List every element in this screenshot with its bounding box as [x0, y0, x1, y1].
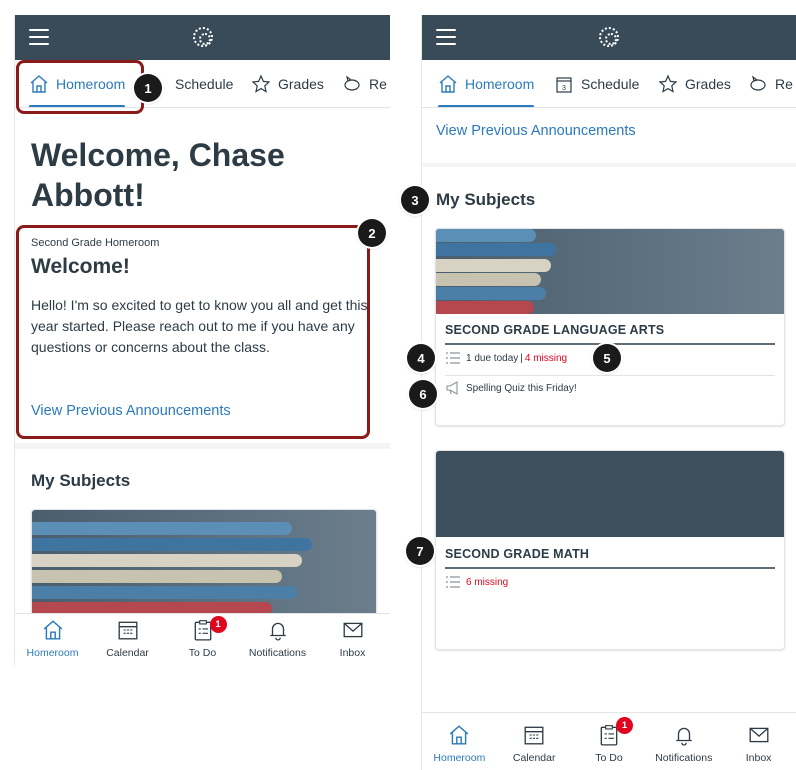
- tab-resources-label: Re: [369, 76, 387, 92]
- mail-icon: [747, 723, 771, 747]
- nav-notifications[interactable]: Notifications: [243, 614, 313, 665]
- tab-homeroom[interactable]: Homeroom: [438, 60, 535, 107]
- card-title[interactable]: SECOND GRADE LANGUAGE ARTS: [445, 323, 664, 337]
- nav-notifications[interactable]: Notifications: [649, 713, 719, 770]
- view-previous-announcements-link[interactable]: View Previous Announcements: [436, 123, 636, 139]
- nav-inbox[interactable]: Inbox: [724, 713, 794, 770]
- row-separator: [445, 375, 775, 376]
- nav-calendar-label: Calendar: [512, 752, 556, 764]
- mail-icon: [341, 618, 365, 642]
- nav-homeroom[interactable]: Homeroom: [18, 614, 88, 665]
- announcement-preview: Spelling Quiz this Friday!: [466, 382, 577, 394]
- nav-notifications-label: Notifications: [248, 647, 307, 659]
- nav-calendar[interactable]: Calendar: [93, 614, 163, 665]
- nav-todo-label: To Do: [595, 752, 623, 764]
- tab-schedule[interactable]: 3 Schedule: [554, 60, 640, 107]
- card-title[interactable]: SECOND GRADE MATH: [445, 547, 589, 561]
- welcome-heading: Welcome, Chase Abbott!: [31, 137, 285, 213]
- canvas-logo-icon: [599, 27, 619, 47]
- tab-schedule-label: Schedule: [175, 76, 234, 92]
- todo-badge: 1: [209, 616, 227, 633]
- tab-schedule-label: Schedule: [581, 76, 640, 92]
- books-image: [32, 510, 376, 618]
- callout-7: 7: [406, 537, 434, 565]
- tab-bar: Homeroom 3 Schedule Grades Re: [422, 60, 796, 108]
- card-announcement-row[interactable]: Spelling Quiz this Friday!: [445, 381, 577, 395]
- nav-homeroom-label: Homeroom: [433, 752, 486, 764]
- piggy-bank-icon: [342, 74, 362, 94]
- card-status-row: 1 due today | 4 missing: [445, 351, 567, 365]
- status-separator: |: [520, 352, 523, 364]
- nav-calendar[interactable]: Calendar: [499, 713, 569, 770]
- star-icon: [658, 74, 678, 94]
- menu-icon[interactable]: [29, 29, 49, 45]
- subject-card-language-arts[interactable]: SECOND GRADE LANGUAGE ARTS 1 due today |…: [435, 228, 785, 426]
- section-divider: [422, 163, 796, 167]
- checklist-icon: [445, 575, 461, 589]
- tab-resources[interactable]: Re: [748, 60, 793, 107]
- missing-count-text[interactable]: 6 missing: [466, 577, 508, 588]
- tab-resources-label: Re: [775, 76, 793, 92]
- bottom-nav: Homeroom Calendar 1 To Do Notifications …: [422, 712, 796, 770]
- nav-homeroom-label: Homeroom: [26, 647, 79, 659]
- tab-grades-label: Grades: [685, 76, 731, 92]
- missing-count-text[interactable]: 4 missing: [525, 353, 567, 364]
- right-screen: Homeroom 3 Schedule Grades Re View Previ…: [421, 15, 796, 770]
- tab-grades-label: Grades: [278, 76, 324, 92]
- tab-schedule[interactable]: Schedule: [175, 60, 234, 107]
- nav-notifications-label: Notifications: [655, 752, 713, 764]
- bell-icon: [266, 618, 290, 642]
- my-subjects-heading: My Subjects: [436, 190, 536, 209]
- bell-icon: [672, 723, 696, 747]
- calendar-icon: 3: [554, 74, 574, 94]
- menu-icon[interactable]: [436, 29, 456, 45]
- megaphone-icon: [445, 381, 461, 395]
- top-app-bar: [422, 15, 796, 60]
- calendar-icon: [116, 618, 140, 642]
- home-icon: [438, 74, 458, 94]
- bottom-nav: Homeroom Calendar 1 To Do Notifications …: [15, 613, 390, 665]
- nav-todo[interactable]: 1 To Do: [168, 614, 238, 665]
- star-icon: [251, 74, 271, 94]
- piggy-bank-icon: [748, 74, 768, 94]
- tab-grades[interactable]: Grades: [251, 60, 324, 107]
- nav-todo[interactable]: 1 To Do: [574, 713, 644, 770]
- nav-inbox-label: Inbox: [745, 752, 772, 764]
- home-icon: [447, 723, 471, 747]
- subject-card-math[interactable]: SECOND GRADE MATH 6 missing: [435, 450, 785, 650]
- svg-text:3: 3: [562, 85, 566, 92]
- callout-1: 1: [134, 74, 162, 102]
- callout-5: 5: [593, 344, 621, 372]
- todo-badge: 1: [615, 717, 633, 734]
- announcement-highlight: [16, 225, 370, 439]
- checklist-icon: [445, 351, 461, 365]
- card-status-row: 6 missing: [445, 575, 508, 589]
- home-icon: [41, 618, 65, 642]
- nav-inbox-label: Inbox: [339, 647, 366, 659]
- top-app-bar: [15, 15, 390, 60]
- due-today-text[interactable]: 1 due today: [466, 353, 518, 364]
- section-divider: [15, 443, 390, 449]
- nav-inbox[interactable]: Inbox: [318, 614, 388, 665]
- homeroom-tab-highlight: [16, 60, 144, 114]
- tab-grades[interactable]: Grades: [658, 60, 731, 107]
- nav-calendar-label: Calendar: [106, 647, 149, 659]
- nav-homeroom[interactable]: Homeroom: [424, 713, 494, 770]
- nav-todo-label: To Do: [188, 647, 217, 659]
- card-header-color: [436, 451, 784, 537]
- tab-homeroom-label: Homeroom: [465, 76, 535, 92]
- card-underline: [445, 567, 775, 569]
- canvas-logo-icon: [192, 27, 213, 47]
- my-subjects-heading: My Subjects: [31, 471, 131, 490]
- callout-6: 6: [409, 380, 437, 408]
- tab-resources[interactable]: Re: [342, 60, 387, 107]
- callout-3: 3: [401, 186, 429, 214]
- callout-2: 2: [358, 219, 386, 247]
- books-image: [436, 229, 784, 314]
- callout-4: 4: [407, 344, 435, 372]
- subject-card-image[interactable]: [31, 509, 377, 619]
- calendar-icon: [522, 723, 546, 747]
